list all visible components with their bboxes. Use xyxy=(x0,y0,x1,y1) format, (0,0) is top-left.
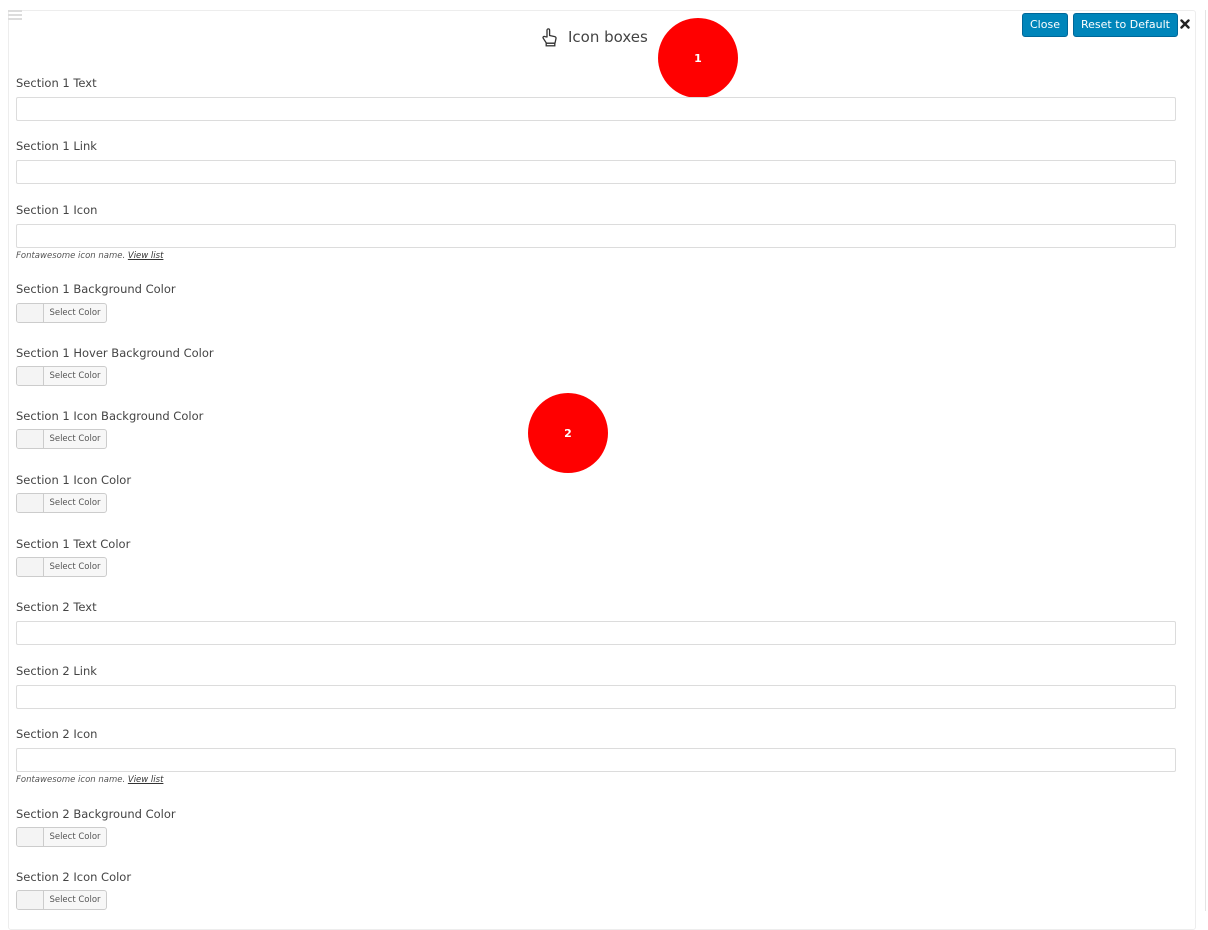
color-swatch[interactable] xyxy=(17,430,44,448)
select-color-button[interactable]: Select Color xyxy=(44,494,106,512)
select-color-button[interactable]: Select Color xyxy=(44,828,106,846)
select-color-button[interactable]: Select Color xyxy=(44,558,106,576)
section-1-icon-background-color-label: Section 1 Icon Background Color xyxy=(16,409,204,423)
section-1-icon-background-color-picker[interactable]: Select Color xyxy=(16,429,107,449)
section-1-icon-help: Fontawesome icon name. View list xyxy=(16,251,163,261)
color-swatch[interactable] xyxy=(17,891,44,909)
section-1-icon-label: Section 1 Icon xyxy=(16,203,98,217)
section-1-icon-input[interactable] xyxy=(16,224,1176,248)
section-2-icon-help: Fontawesome icon name. View list xyxy=(16,775,163,785)
view-list-link[interactable]: View list xyxy=(128,775,164,785)
section-2-background-color-label: Section 2 Background Color xyxy=(16,807,176,821)
section-2-background-color-picker[interactable]: Select Color xyxy=(16,827,107,847)
section-1-icon-color-picker[interactable]: Select Color xyxy=(16,493,107,513)
select-color-button[interactable]: Select Color xyxy=(44,430,106,448)
section-2-icon-label: Section 2 Icon xyxy=(16,727,98,741)
select-color-button[interactable]: Select Color xyxy=(44,304,106,322)
section-1-link-input[interactable] xyxy=(16,160,1176,184)
menu-icon[interactable] xyxy=(8,10,22,20)
section-2-icon-color-picker[interactable]: Select Color xyxy=(16,890,107,910)
section-1-text-color-label: Section 1 Text Color xyxy=(16,537,131,551)
settings-panel xyxy=(8,10,1196,930)
section-1-background-color-label: Section 1 Background Color xyxy=(16,282,176,296)
section-2-link-input[interactable] xyxy=(16,685,1176,709)
callout-marker-1: 1 xyxy=(658,18,738,98)
section-2-icon-input[interactable] xyxy=(16,748,1176,772)
panel-header: Icon boxes xyxy=(540,27,648,47)
section-2-link-label: Section 2 Link xyxy=(16,664,97,678)
color-swatch[interactable] xyxy=(17,304,44,322)
panel-title: Icon boxes xyxy=(568,28,648,46)
section-1-hover-background-color-label: Section 1 Hover Background Color xyxy=(16,346,214,360)
section-1-icon-color-label: Section 1 Icon Color xyxy=(16,473,132,487)
hand-pointer-icon xyxy=(542,28,557,47)
close-button[interactable]: Close xyxy=(1022,13,1068,37)
view-list-link[interactable]: View list xyxy=(128,251,164,261)
reset-to-default-button[interactable]: Reset to Default xyxy=(1073,13,1178,37)
section-1-link-label: Section 1 Link xyxy=(16,139,97,153)
help-text: Fontawesome icon name. xyxy=(16,251,128,261)
section-2-icon-color-label: Section 2 Icon Color xyxy=(16,870,132,884)
section-2-text-input[interactable] xyxy=(16,621,1176,645)
close-x-icon[interactable] xyxy=(1180,19,1190,29)
section-1-background-color-picker[interactable]: Select Color xyxy=(16,303,107,323)
section-1-text-color-picker[interactable]: Select Color xyxy=(16,557,107,577)
color-swatch[interactable] xyxy=(17,367,44,385)
section-1-text-label: Section 1 Text xyxy=(16,76,97,90)
section-1-text-input[interactable] xyxy=(16,97,1176,121)
section-1-hover-background-color-picker[interactable]: Select Color xyxy=(16,366,107,386)
color-swatch[interactable] xyxy=(17,558,44,576)
select-color-button[interactable]: Select Color xyxy=(44,367,106,385)
section-2-text-label: Section 2 Text xyxy=(16,600,97,614)
callout-marker-2: 2 xyxy=(528,393,608,473)
color-swatch[interactable] xyxy=(17,494,44,512)
scrollbar-track[interactable] xyxy=(1205,10,1206,911)
select-color-button[interactable]: Select Color xyxy=(44,891,106,909)
color-swatch[interactable] xyxy=(17,828,44,846)
help-text: Fontawesome icon name. xyxy=(16,775,128,785)
